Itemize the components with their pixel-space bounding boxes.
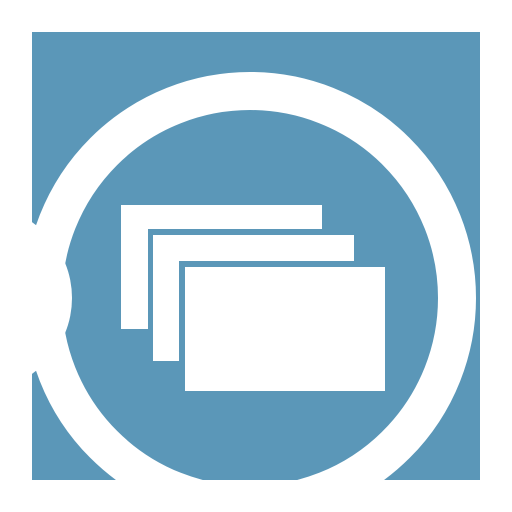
window-front-icon (185, 267, 385, 391)
stacked-windows-icon (0, 0, 512, 512)
app-icon (0, 0, 512, 512)
